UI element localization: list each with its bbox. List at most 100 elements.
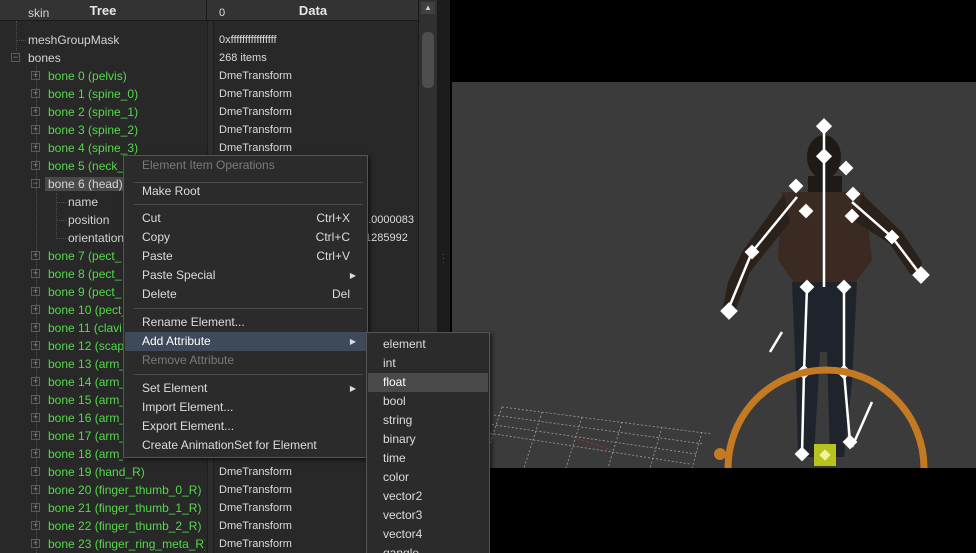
attribute-type-binary[interactable]: binary [368,430,488,449]
tree-node-label: bone 19 (hand_R) [48,465,145,479]
expand-icon[interactable]: + [31,413,40,422]
tree-cell: bone 17 (arm_ [48,427,123,445]
tree-row-bone[interactable]: + bone 20 (finger_thumb_0_R) DmeTransform [0,481,418,499]
tree-row-bone[interactable]: + bone 0 (pelvis) DmeTransform [0,67,418,85]
tree-node-label: bone 1 (spine_0) [48,87,139,101]
attribute-type-vector4[interactable]: vector4 [368,525,488,544]
expand-icon[interactable]: + [31,287,40,296]
tree-node-label: orientation [68,231,125,245]
tree-node-label: bone 2 (spine_1) [48,105,139,119]
menu-title: Element Item Operations [142,158,275,172]
tree-row-bone[interactable]: + bone 19 (hand_R) DmeTransform [0,463,418,481]
expand-icon[interactable]: + [31,521,40,530]
attribute-type-time[interactable]: time [368,449,488,468]
tree-row-bone[interactable]: + bone 22 (finger_thumb_2_R) DmeTransform [0,517,418,535]
export-element-item[interactable]: Export Element... [125,417,366,436]
set-element-item[interactable]: Set Element ▶ [125,379,366,398]
make-root-item[interactable]: Make Root [125,182,366,201]
expand-icon[interactable]: + [31,341,40,350]
tree-row-attribute[interactable]: skin 0 [0,4,418,22]
data-cell[interactable]: 0 [219,4,418,22]
expand-icon[interactable]: + [31,467,40,476]
tree-row-bone[interactable]: + bone 3 (spine_2) DmeTransform [0,121,418,139]
tree-node-label: bone 12 (scap [48,339,123,353]
expand-icon[interactable]: + [31,143,40,152]
paste-special-item[interactable]: Paste Special ▶ [125,266,366,285]
tree-cell: bone 14 (arm_ [48,373,123,391]
cut-item[interactable]: Cut Ctrl+X [125,209,366,228]
data-cell[interactable]: 0.0000083 [362,211,418,229]
expand-icon[interactable]: + [31,377,40,386]
menu-separator [134,374,363,375]
attribute-type-element[interactable]: element [368,335,488,354]
attribute-type-vector3[interactable]: vector3 [368,506,488,525]
set-element-label: Set Element [142,381,208,395]
attribute-type-color[interactable]: color [368,468,488,487]
tree-row-bone[interactable]: + bone 2 (spine_1) DmeTransform [0,103,418,121]
attribute-type-string[interactable]: string [368,411,488,430]
rename-element-item[interactable]: Rename Element... [125,313,366,332]
tree-node-label: bone 15 (arm_ [48,393,123,407]
add-attribute-item[interactable]: Add Attribute ▶ [125,332,366,351]
import-element-item[interactable]: Import Element... [125,398,366,417]
delete-item[interactable]: Delete Del [125,285,366,304]
data-cell[interactable]: 0xffffffffffffffff [219,31,418,49]
menu-separator [134,308,363,309]
attribute-type-int[interactable]: int [368,354,488,373]
tree-cell: bone 18 (arm_ [48,445,123,463]
copy-item[interactable]: Copy Ctrl+C [125,228,366,247]
data-cell[interactable]: 268 items [219,49,418,67]
tree-cell: bone 20 (finger_thumb_0_R) [48,481,205,499]
data-cell[interactable]: DmeTransform [219,103,418,121]
expand-icon[interactable]: + [31,323,40,332]
attribute-type-vector2[interactable]: vector2 [368,487,488,506]
expand-icon[interactable]: + [31,431,40,440]
attribute-type-float[interactable]: float [368,373,488,392]
gizmo-handle [714,448,726,460]
delete-label: Delete [142,287,177,301]
data-cell[interactable]: DmeTransform [219,85,418,103]
expand-icon[interactable]: + [31,269,40,278]
expand-icon[interactable]: + [31,539,40,548]
tree-row-attribute[interactable]: − bones 268 items [0,49,418,67]
tree-node-label: bone 8 (pect_ [48,267,122,281]
expand-icon[interactable]: + [31,395,40,404]
expand-icon[interactable]: + [31,449,40,458]
data-cell[interactable]: DmeTransform [219,121,418,139]
expand-icon[interactable]: + [31,251,40,260]
create-animationset-item[interactable]: Create AnimationSet for Element [125,436,366,455]
tree-node-label: bone 21 (finger_thumb_1_R) [48,501,202,515]
expand-icon[interactable]: + [31,89,40,98]
expand-icon[interactable]: + [31,125,40,134]
expand-icon[interactable]: + [31,503,40,512]
expand-icon[interactable]: + [31,305,40,314]
tree-row-bone[interactable]: + bone 23 (finger_ring_meta_R) DmeTransfor… [0,535,418,553]
tree-cell: bone 6 (head) [45,175,123,193]
data-cell[interactable]: DmeTransform [219,67,418,85]
tree-node-label: bone 5 (neck_ [48,159,123,173]
viewport-scene[interactable] [452,82,976,468]
tree-row-attribute[interactable]: meshGroupMask 0xffffffffffffffff [0,31,418,49]
paste-item[interactable]: Paste Ctrl+V [125,247,366,266]
collapse-icon[interactable]: − [11,53,20,62]
model-viewport[interactable] [450,0,976,553]
tree-row-bone[interactable]: + bone 21 (finger_thumb_1_R) DmeTransform [0,499,418,517]
expand-icon[interactable]: + [31,71,40,80]
tree-row-bone[interactable]: + bone 1 (spine_0) DmeTransform [0,85,418,103]
tree-cell: bone 19 (hand_R) [48,463,205,481]
collapse-icon[interactable]: − [31,179,40,188]
attribute-type-qangle[interactable]: qangle [368,544,488,553]
expand-icon[interactable]: + [31,161,40,170]
tree-node-label: bone 17 (arm_ [48,429,123,443]
add-attribute-submenu: element int float bool string binary time color… [366,332,490,553]
remove-attribute-item[interactable]: Remove Attribute [125,351,366,370]
scrollbar-thumb[interactable] [422,32,434,88]
expand-icon[interactable]: + [31,359,40,368]
tree-node-label: bone 7 (pect_ [48,249,122,263]
data-cell[interactable]: .1285992 [362,229,418,247]
expand-icon[interactable]: + [31,107,40,116]
scroll-up-arrow-icon[interactable]: ▲ [421,2,435,14]
attribute-type-bool[interactable]: bool [368,392,488,411]
tree-cell: bone 0 (pelvis) [48,67,205,85]
expand-icon[interactable]: + [31,485,40,494]
